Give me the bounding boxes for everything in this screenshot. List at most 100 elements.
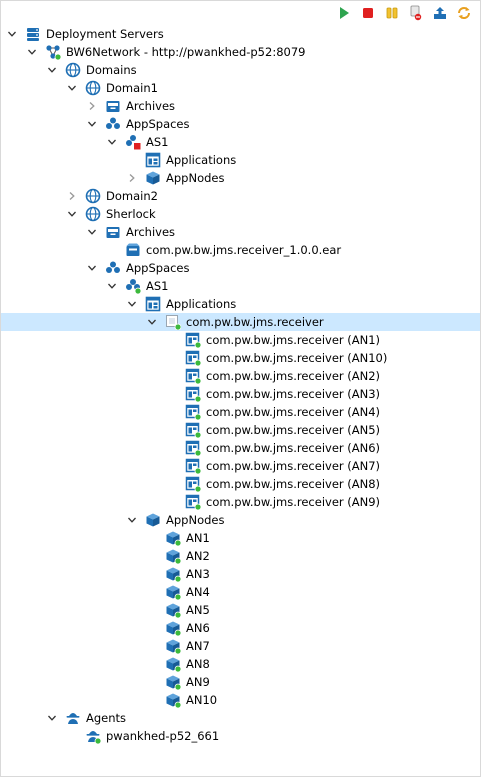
tree-node-com-pw-bw-jms-receiver-an10[interactable]: com.pw.bw.jms.receiver (AN10) [1,349,480,367]
tree-node-label: Domains [86,63,137,77]
chevron-down-icon[interactable] [6,28,18,40]
refresh-button[interactable] [454,3,474,23]
tree-node-com-pw-bw-jms-receiver-an8[interactable]: com.pw.bw.jms.receiver (AN8) [1,475,480,493]
tree-node-as1[interactable]: AS1 [1,277,480,295]
tree-node-deployment-servers[interactable]: Deployment Servers [1,25,480,43]
tree-node-label: AppSpaces [126,117,190,131]
tree-node-com-pw-bw-jms-receiver-an3[interactable]: com.pw.bw.jms.receiver (AN3) [1,385,480,403]
tree-node-domain2[interactable]: Domain2 [1,187,480,205]
tree-node-an6[interactable]: AN6 [1,619,480,637]
app-instance-icon [185,368,201,384]
tree-node-applications[interactable]: Applications [1,151,480,169]
appnode-icon [165,530,181,546]
tree-node-label: com.pw.bw.jms.receiver (AN9) [206,495,381,509]
app-running-icon [165,314,181,330]
tree-node-an1[interactable]: AN1 [1,529,480,547]
tree-node-domain1[interactable]: Domain1 [1,79,480,97]
server-icon [25,26,41,42]
chevron-right-icon[interactable] [86,100,98,112]
tree-node-com-pw-bw-jms-receiver-an5[interactable]: com.pw.bw.jms.receiver (AN5) [1,421,480,439]
tree-node-domains[interactable]: Domains [1,61,480,79]
app-instance-icon [185,476,201,492]
tree-node-archives[interactable]: Archives [1,97,480,115]
tree-node-archives[interactable]: Archives [1,223,480,241]
app-instance-icon [185,386,201,402]
pause-button[interactable] [382,3,402,23]
tree-node-label: com.pw.bw.jms.receiver (AN7) [206,459,381,473]
upload-icon [433,6,447,20]
pause-icon [385,6,399,20]
tree-node-an3[interactable]: AN3 [1,565,480,583]
tree-node-label: com.pw.bw.jms.receiver (AN10) [206,351,388,365]
tree-node-an8[interactable]: AN8 [1,655,480,673]
tree-node-com-pw-bw-jms-receiver-an6[interactable]: com.pw.bw.jms.receiver (AN6) [1,439,480,457]
chevron-down-icon[interactable] [86,262,98,274]
globe-icon [85,206,101,222]
app-instance-icon [185,458,201,474]
tree-node-label: Sherlock [106,207,156,221]
tree-node-an7[interactable]: AN7 [1,637,480,655]
tree-node-com-pw-bw-jms-receiver-an7[interactable]: com.pw.bw.jms.receiver (AN7) [1,457,480,475]
tree-node-an2[interactable]: AN2 [1,547,480,565]
tree-node-sherlock[interactable]: Sherlock [1,205,480,223]
tree-node-label: AN1 [186,531,210,545]
appnode-icon [165,620,181,636]
chevron-down-icon[interactable] [26,46,38,58]
tree-node-label: Archives [126,99,176,113]
chevron-down-icon[interactable] [46,712,58,724]
appnode-icon [165,674,181,690]
tree-node-label: AN6 [186,621,210,635]
chevron-right-icon[interactable] [126,172,138,184]
appspaces-icon [105,116,121,132]
chevron-down-icon[interactable] [46,64,58,76]
stop-button[interactable] [358,3,378,23]
appnodes-icon [145,170,161,186]
tree-node-appnodes[interactable]: AppNodes [1,511,480,529]
app-instance-icon [185,404,201,420]
appnode-icon [165,656,181,672]
tree-node-an4[interactable]: AN4 [1,583,480,601]
tree-node-appnodes[interactable]: AppNodes [1,169,480,187]
tree-node-com-pw-bw-jms-receiver-an1[interactable]: com.pw.bw.jms.receiver (AN1) [1,331,480,349]
chevron-down-icon[interactable] [106,136,118,148]
chevron-down-icon[interactable] [66,82,78,94]
chevron-down-icon[interactable] [126,298,138,310]
tree-node-appspaces[interactable]: AppSpaces [1,259,480,277]
tree-node-com-pw-bw-jms-receiver-an2[interactable]: com.pw.bw.jms.receiver (AN2) [1,367,480,385]
tree-node-label: AN5 [186,603,210,617]
view-toolbar [334,3,474,23]
tree-node-label: com.pw.bw.jms.receiver (AN2) [206,369,381,383]
chevron-down-icon[interactable] [106,280,118,292]
chevron-down-icon[interactable] [66,208,78,220]
tree-node-an10[interactable]: AN10 [1,691,480,709]
globe-icon [85,188,101,204]
chevron-right-icon[interactable] [66,190,78,202]
tree-node-label: AS1 [146,135,169,149]
start-button[interactable] [334,3,354,23]
tree-node-an5[interactable]: AN5 [1,601,480,619]
chevron-down-icon[interactable] [86,118,98,130]
chevron-down-icon[interactable] [86,226,98,238]
appnode-icon [165,566,181,582]
tree-node-appspaces[interactable]: AppSpaces [1,115,480,133]
tree-node-applications[interactable]: Applications [1,295,480,313]
network-icon [45,44,61,60]
tree-node-an9[interactable]: AN9 [1,673,480,691]
tree-node-com-pw-bw-jms-receiver[interactable]: com.pw.bw.jms.receiver [1,313,480,331]
tree-node-com-pw-bw-jms-receiver-1-0-0-ear[interactable]: com.pw.bw.jms.receiver_1.0.0.ear [1,241,480,259]
applications-icon [145,152,161,168]
tree-node-as1[interactable]: AS1 [1,133,480,151]
tree-node-agents[interactable]: Agents [1,709,480,727]
tree-node-pwankhed-p52-661[interactable]: pwankhed-p52_661 [1,727,480,745]
tree-node-label: Agents [86,711,127,725]
tree-node-com-pw-bw-jms-receiver-an9[interactable]: com.pw.bw.jms.receiver (AN9) [1,493,480,511]
archive-icon [105,98,121,114]
chevron-down-icon[interactable] [146,316,158,328]
upload-button[interactable] [430,3,450,23]
appnode-icon [165,692,181,708]
tree-node-com-pw-bw-jms-receiver-an4[interactable]: com.pw.bw.jms.receiver (AN4) [1,403,480,421]
clear-button[interactable] [406,3,426,23]
refresh-icon [457,6,471,20]
chevron-down-icon[interactable] [126,514,138,526]
tree-node-bw6network-http-pwankhed-p52-8079[interactable]: BW6Network - http://pwankhed-p52:8079 [1,43,480,61]
